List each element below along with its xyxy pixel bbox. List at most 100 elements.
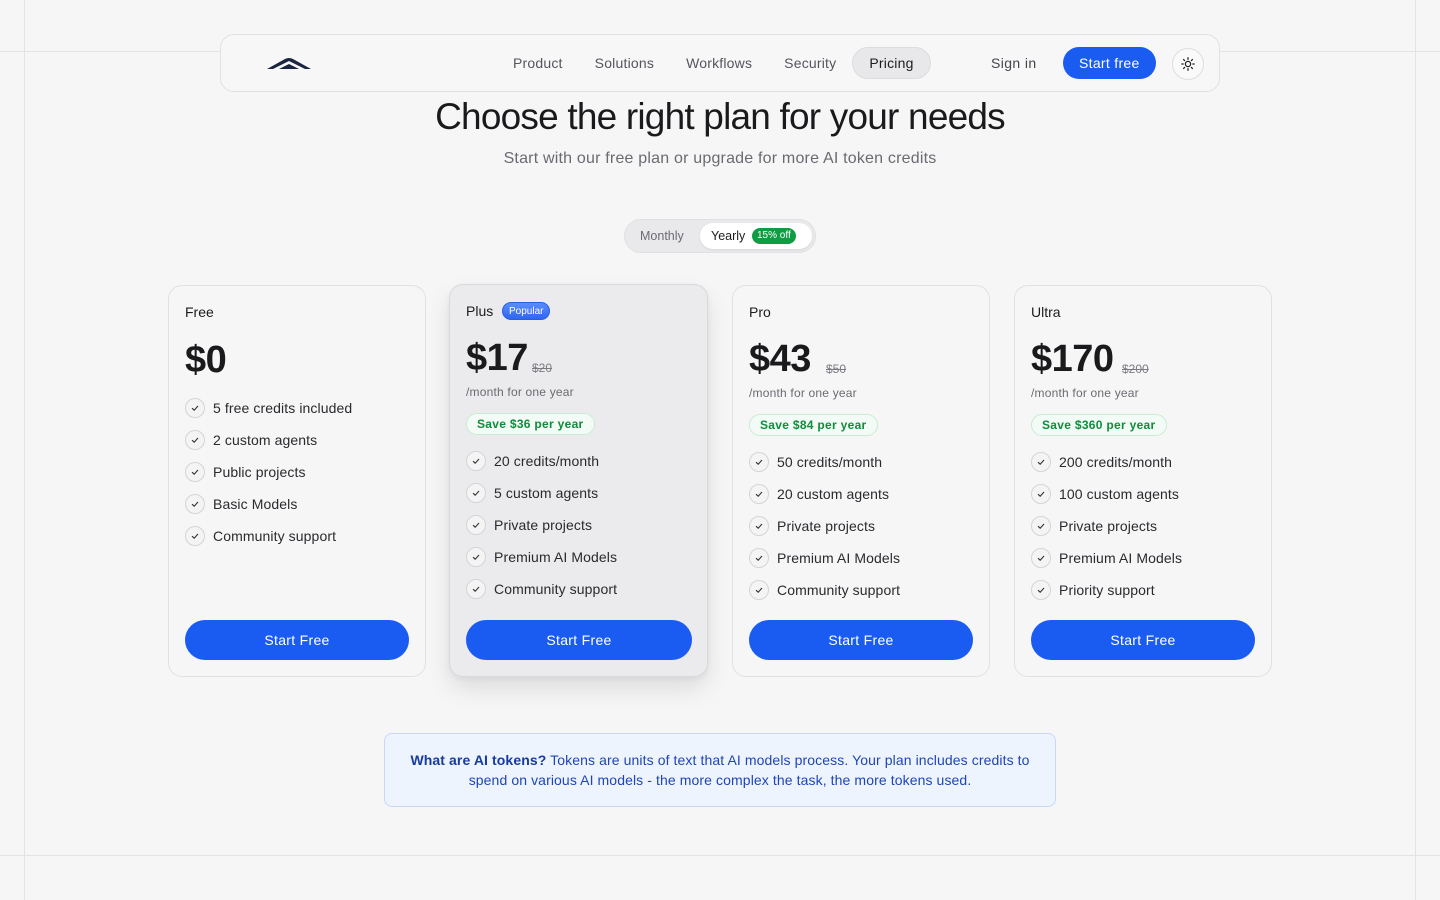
plan-card-pro: Pro $43 $50 /month for one year Save $84… [732,285,990,677]
feature-text: Private projects [1059,518,1158,534]
check-icon [1031,516,1051,536]
page-subtitle: Start with our free plan or upgrade for … [503,150,937,167]
feature-text: 20 custom agents [777,486,890,502]
billing-toggle: Monthly Yearly 15% off [624,219,816,253]
plan-cta-button[interactable]: Start Free [749,620,973,660]
plan-name: Free [185,304,214,320]
nav-link-solutions[interactable]: Solutions [579,47,670,79]
check-icon [749,452,769,472]
page-title: Choose the right plan for your needs [435,96,1006,137]
plan-period: /month for one year [749,386,857,400]
feature-text: 200 credits/month [1059,454,1172,470]
plan-period: /month for one year [466,385,574,399]
feature-item: Private projects [1031,510,1182,542]
sign-in-link[interactable]: Sign in [991,47,1037,79]
nav-link-security[interactable]: Security [768,47,852,79]
feature-text: 20 credits/month [494,453,600,469]
feature-item: Community support [749,574,900,606]
info-body: Tokens are units of text that AI models … [468,752,1030,788]
feature-item: Priority support [1031,574,1182,606]
check-icon [466,579,486,599]
feature-item: Community support [185,520,352,552]
check-icon [185,430,205,450]
discount-badge: 15% off [752,228,796,244]
check-icon [1031,452,1051,472]
feature-item: 20 custom agents [749,478,900,510]
plan-card-plus: Plus Popular $17 $20 /month for one year… [449,284,708,677]
feature-text: Private projects [494,517,593,533]
popular-badge: Popular [502,302,551,320]
plan-save-badge: Save $360 per year [1031,414,1167,436]
feature-text: Community support [494,581,618,597]
nav-links: Product Solutions Workflows Security Pri… [497,47,931,79]
plan-old-price: $200 [1122,362,1149,376]
plan-period: /month for one year [1031,386,1139,400]
info-heading: What are AI tokens? [410,752,547,768]
feature-item: Community support [466,573,617,605]
feature-list: 200 credits/month 100 custom agents Priv… [1031,446,1182,606]
feature-text: Private projects [777,518,876,534]
plan-name: Pro [749,304,771,320]
nav-link-workflows[interactable]: Workflows [670,47,768,79]
plan-old-price: $50 [826,362,847,376]
feature-text: Community support [213,528,337,544]
ai-tokens-info-box: What are AI tokens? Tokens are units of … [384,733,1056,807]
check-icon [1031,580,1051,600]
feature-item: 2 custom agents [185,424,352,456]
plan-old-price: $20 [532,361,553,375]
plan-card-free: Free $0 5 free credits included 2 custom… [168,285,426,677]
check-icon [185,526,205,546]
plan-price: $17 [466,337,528,379]
feature-item: Premium AI Models [466,541,617,573]
feature-list: 50 credits/month 20 custom agents Privat… [749,446,900,606]
feature-text: Premium AI Models [1059,550,1183,566]
plan-name: Ultra [1031,304,1061,320]
check-icon [749,516,769,536]
start-free-button[interactable]: Start free [1063,47,1156,79]
feature-text: Community support [777,582,901,598]
check-icon [185,398,205,418]
check-icon [466,451,486,471]
billing-yearly-label: Yearly [711,229,746,243]
billing-yearly-option[interactable]: Yearly 15% off [700,223,812,249]
sun-icon [1181,57,1195,71]
check-icon [185,494,205,514]
theme-toggle-button[interactable] [1172,48,1204,80]
feature-text: 5 free credits included [213,400,353,416]
feature-text: Premium AI Models [494,549,618,565]
feature-item: 20 credits/month [466,445,617,477]
check-icon [466,547,486,567]
check-icon [466,515,486,535]
check-icon [185,462,205,482]
top-navigation: Product Solutions Workflows Security Pri… [220,34,1220,92]
feature-text: 2 custom agents [213,432,318,448]
check-icon [466,483,486,503]
feature-item: 5 free credits included [185,392,352,424]
feature-item: Private projects [749,510,900,542]
nav-link-pricing[interactable]: Pricing [852,47,931,79]
feature-text: 5 custom agents [494,485,599,501]
feature-item: Premium AI Models [749,542,900,574]
check-icon [749,580,769,600]
plan-card-ultra: Ultra $170 $200 /month for one year Save… [1014,285,1272,677]
feature-text: Basic Models [213,496,298,512]
feature-item: Public projects [185,456,352,488]
plan-cta-button[interactable]: Start Free [466,620,692,660]
feature-item: Basic Models [185,488,352,520]
check-icon [749,484,769,504]
plan-price: $0 [185,339,227,381]
feature-text: 100 custom agents [1059,486,1179,502]
check-icon [1031,484,1051,504]
plan-cta-button[interactable]: Start Free [185,620,409,660]
feature-text: 50 credits/month [777,454,883,470]
nav-link-product[interactable]: Product [497,47,579,79]
feature-item: Premium AI Models [1031,542,1182,574]
feature-list: 5 free credits included 2 custom agents … [185,392,352,552]
feature-item: 100 custom agents [1031,478,1182,510]
plan-cta-button[interactable]: Start Free [1031,620,1255,660]
billing-monthly-option[interactable]: Monthly [640,220,684,252]
feature-item: 5 custom agents [466,477,617,509]
feature-text: Priority support [1059,582,1155,598]
brand-logo[interactable] [265,55,313,71]
feature-text: Public projects [213,464,306,480]
